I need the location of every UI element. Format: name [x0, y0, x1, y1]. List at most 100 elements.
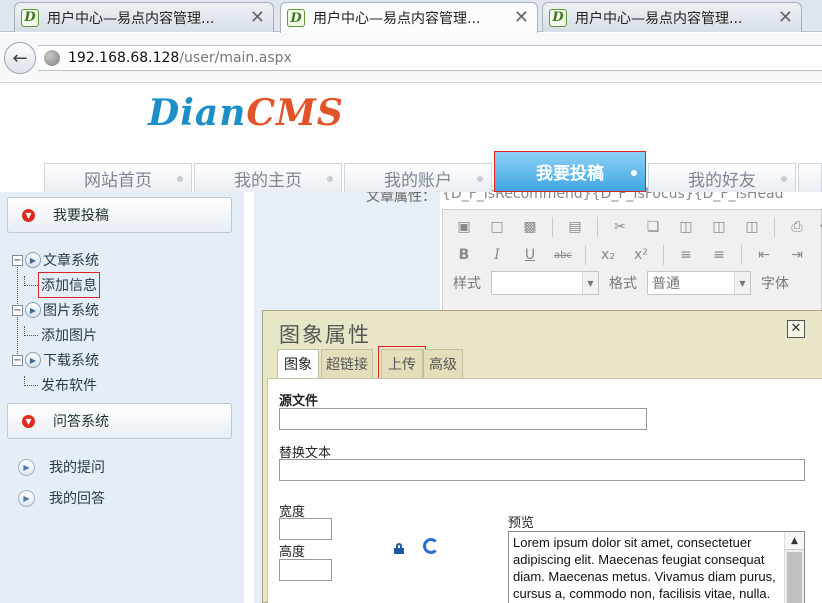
- paste-word-icon[interactable]: ◫: [741, 216, 763, 238]
- strikethrough-icon[interactable]: abc: [552, 244, 574, 266]
- tree-node-download-system[interactable]: − ▶ 下载系统: [12, 349, 99, 371]
- panel-qa-header[interactable]: ▼ 问答系统: [7, 403, 232, 439]
- browser-tab-1[interactable]: D 用户中心—易点内容管理... ✕: [14, 2, 274, 32]
- source-input[interactable]: [279, 408, 647, 430]
- dot-icon: [631, 170, 637, 176]
- chevron-down-icon: ▼: [582, 272, 598, 294]
- paste-icon[interactable]: ◫: [675, 216, 697, 238]
- browser-tab-3[interactable]: D 用户中心—易点内容管理... ✕: [542, 2, 802, 32]
- qa-my-questions[interactable]: ▶ 我的提问: [18, 456, 105, 478]
- width-input[interactable]: [279, 518, 332, 540]
- nav-submit[interactable]: 我要投稿: [494, 151, 646, 192]
- source-label: 源文件: [279, 394, 319, 409]
- nav-my-account[interactable]: 我的账户: [344, 163, 492, 192]
- cut-icon[interactable]: ✂: [609, 216, 631, 238]
- preview-box[interactable]: Lorem ipsum dolor sit amet, consectetuer…: [508, 531, 805, 603]
- chevron-down-icon: ▼: [734, 272, 750, 294]
- indent-icon[interactable]: ⇥: [786, 244, 808, 266]
- editor-toolbar-row-3: 样式 ▼ 格式 普通 ▼ 字体: [453, 269, 799, 297]
- alt-text-input[interactable]: [279, 459, 805, 481]
- tree-leaf-label: 添加图片: [41, 328, 97, 344]
- lock-body: [394, 548, 404, 554]
- dot-icon: [177, 176, 183, 182]
- nav-label: 我要投稿: [536, 164, 604, 184]
- dialog-title: 图象属性: [279, 323, 371, 347]
- browser-tab-title: 用户中心—易点内容管理...: [47, 10, 215, 27]
- nav-home[interactable]: 网站首页: [44, 163, 192, 192]
- browser-urlbar: ← 192.168.68.128/user/main.aspx: [0, 33, 822, 83]
- dot-icon: [781, 176, 787, 182]
- tree-node-image-system[interactable]: − ▶ 图片系统: [12, 299, 99, 321]
- main-nav: 网站首页 我的主页 我的账户 我要投稿 我的好友: [44, 151, 822, 192]
- save-icon[interactable]: ▣: [453, 216, 475, 238]
- new-page-icon[interactable]: □: [486, 216, 508, 238]
- dian-cms-logo[interactable]: DianCMS: [148, 92, 344, 134]
- print-icon[interactable]: ⎙: [786, 216, 808, 238]
- paste-text-icon[interactable]: ◫: [708, 216, 730, 238]
- address-field[interactable]: 192.168.68.128/user/main.aspx: [38, 45, 822, 71]
- templates-icon[interactable]: ▤: [564, 216, 586, 238]
- lock-ratio-icon[interactable]: [394, 543, 404, 554]
- play-arrow-icon: ▶: [18, 489, 35, 507]
- panel-submit-header[interactable]: ▼ 我要投稿: [7, 197, 232, 233]
- close-icon[interactable]: ✕: [787, 320, 805, 338]
- tree-collapse-icon[interactable]: −: [12, 304, 23, 316]
- globe-icon: [44, 50, 60, 66]
- editor-toolbar-row-1: ▣ □ ▩ ▤ ✂ ❏ ◫ ◫ ◫ ⎙ ⌫: [453, 213, 822, 241]
- back-arrow-icon[interactable]: ←: [4, 42, 36, 74]
- tab-hyperlink[interactable]: 超链接: [321, 349, 373, 378]
- bold-icon[interactable]: B: [453, 244, 475, 266]
- tree-node-label: 图片系统: [43, 303, 99, 319]
- image-properties-dialog: 图象属性 ✕ 图象 超链接 上传 高级 源文件 替换文本 宽度 高度 预览 Lo…: [262, 310, 822, 603]
- tree-leaf-publish-software[interactable]: 发布软件: [24, 374, 97, 396]
- arrow-down-icon: ▼: [22, 208, 35, 222]
- toolbar-separator: [663, 245, 664, 265]
- page: DianCMS ▼ 我要投稿 − ▶ 文章系统 添加信息 − ▶ 图片系统 添加…: [0, 84, 822, 603]
- height-input[interactable]: [279, 559, 332, 581]
- format-combo-value: 普通: [652, 276, 680, 292]
- style-combo-label: 样式: [453, 276, 481, 292]
- tree-leaf-add-image[interactable]: 添加图片: [24, 324, 97, 346]
- panel-title: 我要投稿: [53, 208, 109, 224]
- nav-overflow[interactable]: [798, 163, 822, 192]
- copy-icon[interactable]: ❏: [642, 216, 664, 238]
- format-combo[interactable]: 普通 ▼: [647, 271, 751, 295]
- tab-close-icon[interactable]: ✕: [514, 9, 529, 27]
- bulleted-list-icon[interactable]: ≡: [708, 244, 730, 266]
- nav-my-friends[interactable]: 我的好友: [648, 163, 796, 192]
- tab-advanced[interactable]: 高级: [423, 349, 463, 378]
- reset-size-icon[interactable]: [423, 538, 439, 554]
- preview-label: 预览: [508, 516, 535, 531]
- tree-leaf-label: 添加信息: [38, 272, 100, 298]
- scroll-thumb[interactable]: [787, 552, 802, 603]
- subscript-icon[interactable]: x₂: [597, 244, 619, 266]
- browser-tab-2[interactable]: D 用户中心—易点内容管理... ✕: [280, 2, 538, 33]
- browser-tab-title: 用户中心—易点内容管理...: [313, 11, 481, 27]
- style-combo[interactable]: ▼: [491, 271, 599, 295]
- outdent-icon[interactable]: ⇤: [753, 244, 775, 266]
- italic-icon[interactable]: I: [486, 244, 508, 266]
- preview-scrollbar[interactable]: ▲: [784, 532, 804, 603]
- qa-my-answers[interactable]: ▶ 我的回答: [18, 487, 105, 509]
- scroll-up-icon[interactable]: ▲: [785, 532, 804, 550]
- tree-collapse-icon[interactable]: −: [12, 254, 23, 266]
- panel-title: 问答系统: [53, 414, 109, 430]
- numbered-list-icon[interactable]: ≡: [675, 244, 697, 266]
- tree-node-article-system[interactable]: − ▶ 文章系统: [12, 249, 99, 271]
- tree-leaf-add-info[interactable]: 添加信息: [24, 272, 100, 298]
- play-arrow-icon: ▶: [25, 302, 41, 318]
- preview-icon[interactable]: ▩: [519, 216, 541, 238]
- tree-collapse-icon[interactable]: −: [12, 354, 23, 366]
- tab-upload[interactable]: 上传: [378, 346, 426, 381]
- tab-close-icon[interactable]: ✕: [250, 8, 265, 27]
- play-arrow-icon: ▶: [25, 252, 41, 268]
- dian-favicon-icon: D: [287, 9, 305, 27]
- underline-icon[interactable]: U: [519, 244, 541, 266]
- tab-close-icon[interactable]: ✕: [778, 8, 793, 27]
- nav-label: 我的账户: [384, 170, 452, 191]
- tab-image[interactable]: 图象: [277, 349, 319, 378]
- nav-my-homepage[interactable]: 我的主页: [194, 163, 342, 192]
- url-host: 192.168.68.128: [68, 50, 180, 66]
- superscript-icon[interactable]: x²: [630, 244, 652, 266]
- sidebar: ▼ 我要投稿 − ▶ 文章系统 添加信息 − ▶ 图片系统 添加图片 − ▶ 下…: [0, 192, 244, 603]
